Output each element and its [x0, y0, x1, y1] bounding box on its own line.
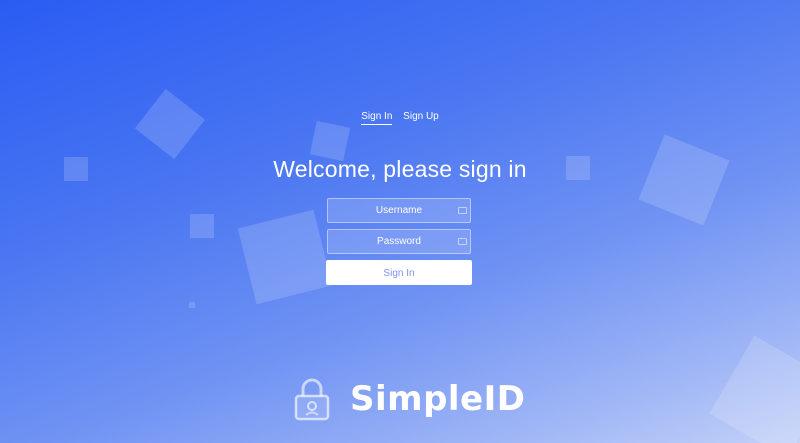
username-field: [327, 198, 471, 223]
background-square: [189, 302, 195, 308]
background-square: [709, 335, 800, 443]
password-field: [327, 229, 471, 254]
page-title: Welcome, please sign in: [273, 156, 527, 182]
brand-name: SimpleID: [350, 379, 526, 419]
background-square: [237, 209, 333, 305]
id-card-icon: [458, 207, 467, 214]
sign-in-button[interactable]: Sign In: [326, 260, 472, 285]
background-square: [190, 214, 214, 238]
tab-sign-up[interactable]: Sign Up: [403, 111, 439, 124]
brand-logo: SimpleID: [292, 377, 526, 421]
password-input[interactable]: [328, 230, 470, 253]
key-icon: [458, 238, 467, 245]
username-input[interactable]: [328, 199, 470, 222]
auth-tabs: Sign In Sign Up: [0, 111, 800, 125]
padlock-icon: [294, 378, 330, 421]
tab-sign-in[interactable]: Sign In: [361, 111, 393, 125]
